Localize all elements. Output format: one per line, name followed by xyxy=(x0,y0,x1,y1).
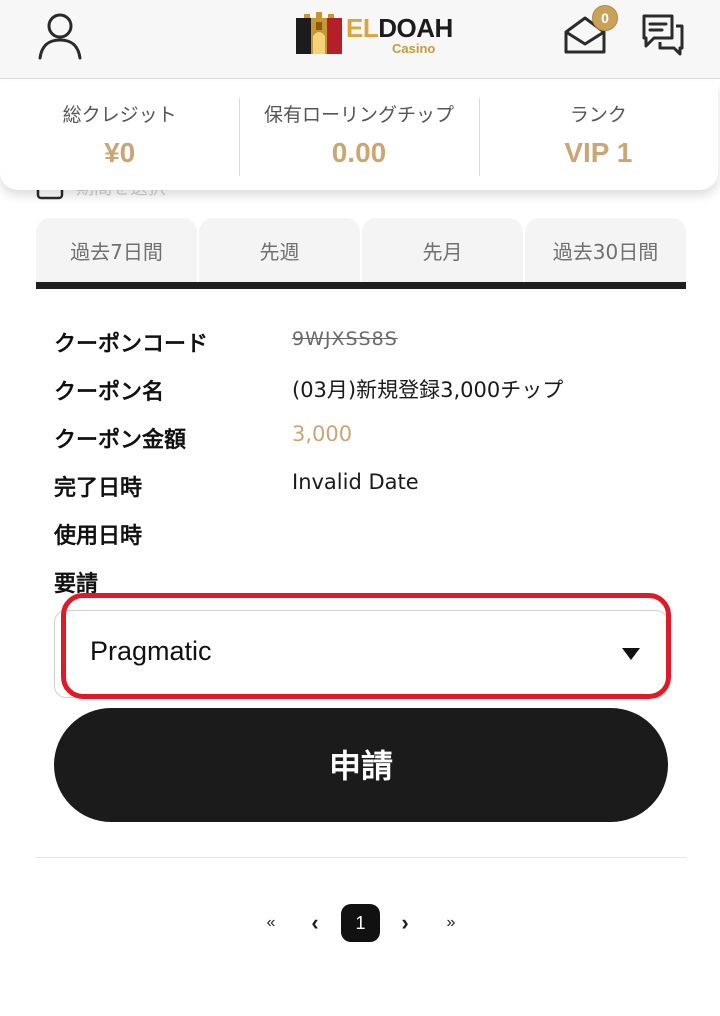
logo-prefix: EL xyxy=(346,13,379,43)
pagination-last-button[interactable]: » xyxy=(442,904,460,942)
site-logo[interactable]: ELDOAH Casino xyxy=(294,8,453,62)
coupon-code-label: クーポンコード xyxy=(54,332,209,357)
tab-last-week[interactable]: 先週 xyxy=(199,218,360,282)
pagination-next-button[interactable]: › xyxy=(394,904,416,942)
detail-request: 要請 xyxy=(54,566,674,606)
request-label: 要請 xyxy=(54,572,99,597)
user-profile-button[interactable] xyxy=(36,10,84,62)
logo-text: ELDOAH Casino xyxy=(346,15,453,55)
pagination-first-button[interactable]: « xyxy=(262,904,280,942)
chat-icon xyxy=(642,14,684,56)
top-header: ELDOAH Casino 0 xyxy=(0,0,720,79)
provider-select-value[interactable]: Pragmatic xyxy=(90,636,212,667)
tab-last-7-days[interactable]: 過去7日間 xyxy=(36,218,197,282)
tab-last-30-days[interactable]: 過去30日間 xyxy=(525,218,686,282)
chevron-down-icon[interactable] xyxy=(622,648,640,660)
used-date-label: 使用日時 xyxy=(54,524,143,549)
stat-label: ランク xyxy=(569,104,627,126)
detail-coupon-amount: クーポン金額 3,000 xyxy=(54,422,674,462)
tabs-underline xyxy=(36,282,686,289)
detail-coupon-code: クーポンコード 9WJXSS8S xyxy=(54,326,674,366)
mail-count-badge: 0 xyxy=(592,5,618,31)
logo-sub-text: Casino xyxy=(392,41,436,56)
completed-date-value: Invalid Date xyxy=(292,470,419,494)
period-tabs: 過去7日間 先週 先月 過去30日間 xyxy=(36,218,686,282)
stat-rank: ランク VIP 1 xyxy=(478,82,718,190)
coupon-amount-value: 3,000 xyxy=(292,422,353,446)
detail-completed-date: 完了日時 Invalid Date xyxy=(54,470,674,510)
stat-total-credit: 総クレジット ¥0 xyxy=(0,82,239,190)
coupon-amount-label: クーポン金額 xyxy=(54,428,187,453)
apply-button[interactable]: 申請 xyxy=(54,708,668,822)
detail-used-date: 使用日時 xyxy=(54,518,674,558)
stat-value: VIP 1 xyxy=(564,137,633,168)
divider xyxy=(36,857,686,858)
stat-rolling-chip: 保有ローリングチップ 0.00 xyxy=(239,82,478,190)
coupon-code-value: 9WJXSS8S xyxy=(292,328,398,350)
stat-label: 総クレジット xyxy=(62,104,177,126)
logo-main-text: DOAH xyxy=(378,13,453,43)
coupon-name-value: (03月)新規登録3,000チップ xyxy=(292,378,564,402)
account-summary-card: 総クレジット ¥0 保有ローリングチップ 0.00 ランク VIP 1 xyxy=(0,82,718,190)
detail-coupon-name: クーポン名 (03月)新規登録3,000チップ xyxy=(54,374,674,414)
completed-date-label: 完了日時 xyxy=(54,476,143,501)
coupon-name-label: クーポン名 xyxy=(54,380,165,405)
chat-button[interactable] xyxy=(640,12,686,58)
stat-value: ¥0 xyxy=(104,137,136,168)
user-icon xyxy=(38,13,82,60)
tab-last-month[interactable]: 先月 xyxy=(362,218,523,282)
stat-value: 0.00 xyxy=(331,137,387,168)
pagination-prev-button[interactable]: ‹ xyxy=(304,904,326,942)
stat-label: 保有ローリングチップ xyxy=(263,104,454,126)
castle-logo-icon xyxy=(296,12,342,54)
pagination-page-current[interactable]: 1 xyxy=(341,904,380,942)
